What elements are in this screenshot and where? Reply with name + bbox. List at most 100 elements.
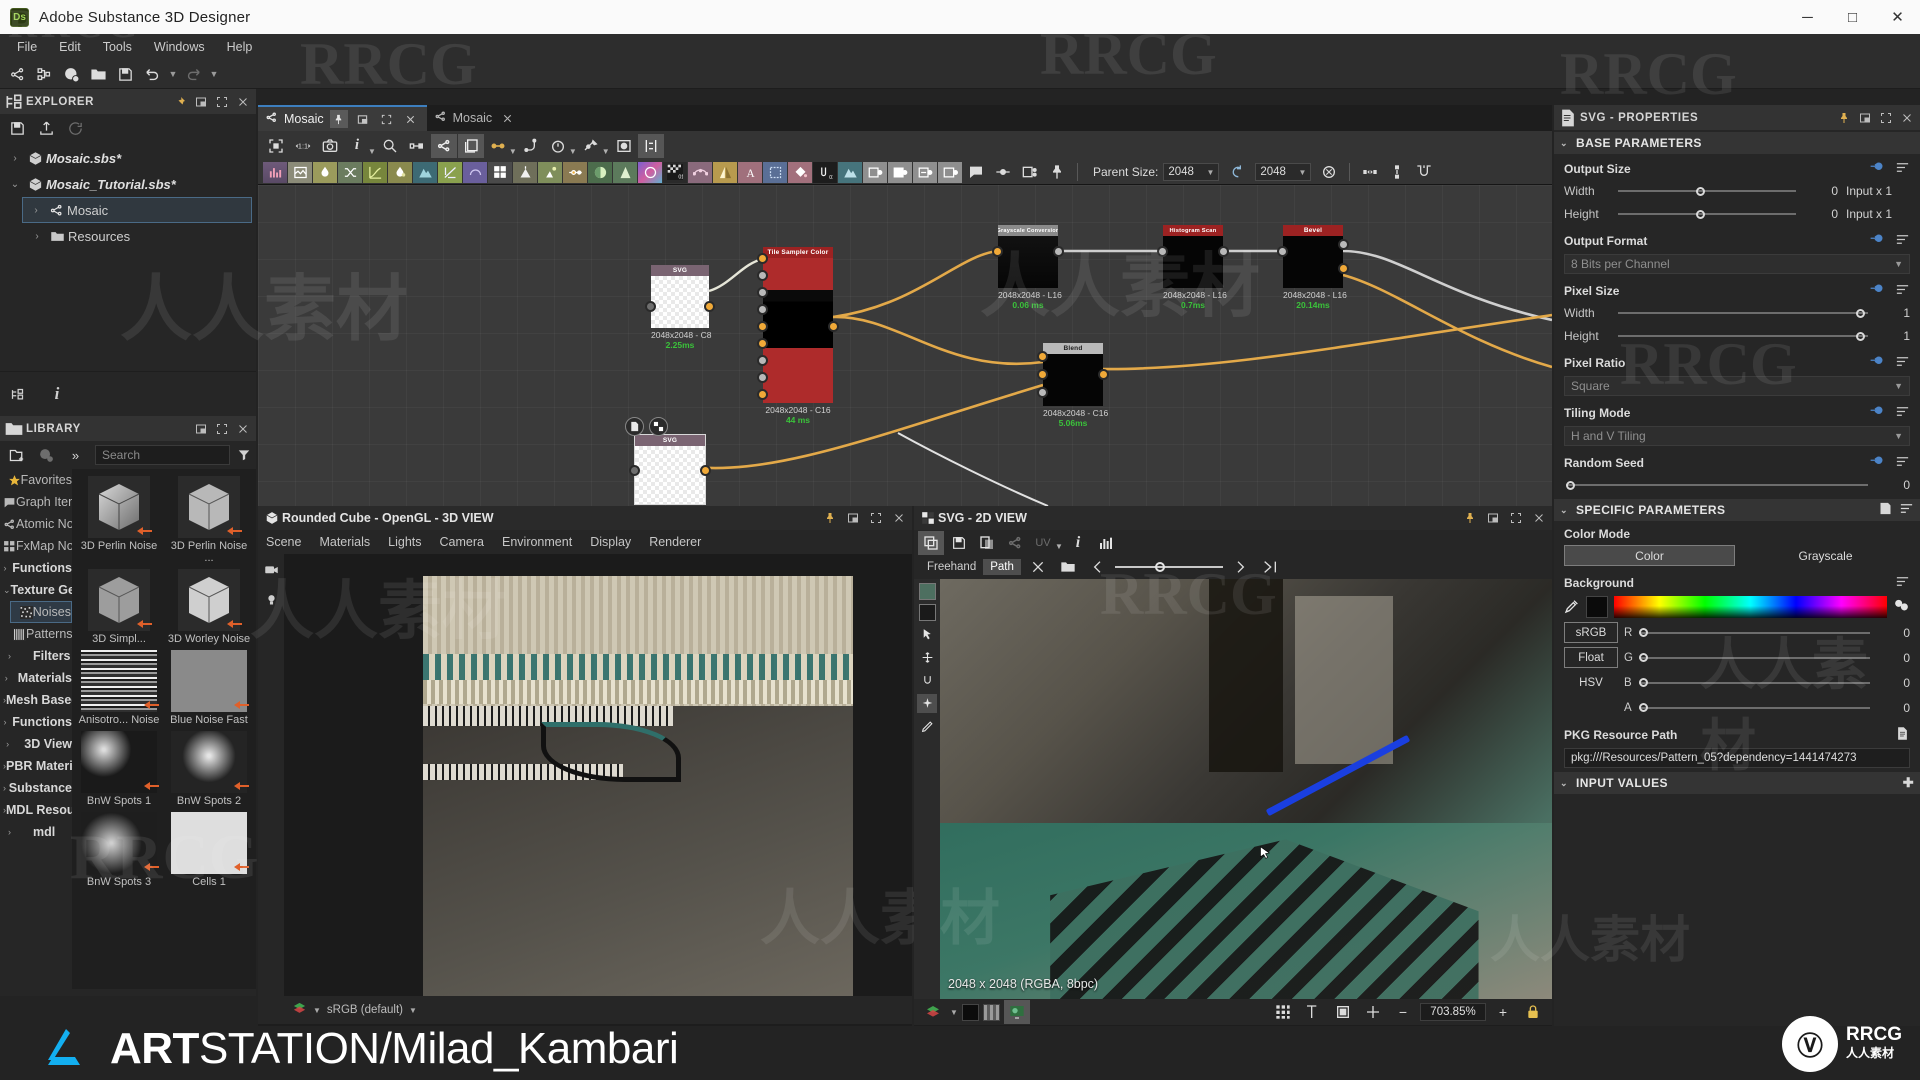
dissolve-node[interactable]: [388, 161, 412, 183]
curve-node[interactable]: [363, 161, 387, 183]
parent-size-width-select[interactable]: 2048 ▼: [1163, 163, 1220, 181]
menu-help[interactable]: Help: [216, 36, 264, 58]
slider-track[interactable]: [1618, 184, 1796, 198]
twisty-icon[interactable]: ›: [3, 673, 9, 683]
library-category-functions[interactable]: › Functions: [0, 557, 73, 579]
node-badge-document-icon[interactable]: [625, 417, 644, 436]
expose-parameter-icon[interactable]: [1870, 454, 1885, 472]
parameter-menu-icon[interactable]: [1899, 501, 1914, 519]
node-input-port[interactable]: [757, 287, 768, 298]
menu-windows[interactable]: Windows: [143, 36, 216, 58]
light-node[interactable]: [538, 161, 562, 183]
align-icon[interactable]: [637, 133, 664, 158]
warp-node[interactable]: [438, 161, 462, 183]
fit-icon[interactable]: [1330, 1000, 1356, 1024]
node-input-port[interactable]: [757, 253, 768, 264]
expose-parameter-icon[interactable]: [1870, 282, 1885, 300]
node-input-port[interactable]: [1277, 246, 1288, 257]
node-input-port[interactable]: [1157, 246, 1168, 257]
new-graph-icon[interactable]: [4, 62, 31, 87]
library-category-mesh-based[interactable]: ›Mesh Based Gen.: [0, 689, 72, 711]
twisty-icon[interactable]: ›: [3, 717, 7, 727]
expose-parameter-icon[interactable]: [1870, 232, 1885, 250]
hue-gradient-band[interactable]: [1614, 596, 1887, 618]
expose-parameter-icon[interactable]: [1870, 404, 1885, 422]
new-package-icon[interactable]: [58, 62, 85, 87]
close-path-icon[interactable]: [1257, 555, 1283, 579]
save-icon[interactable]: [946, 531, 972, 555]
zoom-1-1-icon[interactable]: 1:1: [290, 134, 316, 158]
snapshot-icon[interactable]: [317, 134, 343, 158]
pin-icon[interactable]: [1460, 509, 1479, 528]
list-item[interactable]: Cells 1: [164, 809, 254, 890]
chevron-down-icon[interactable]: ▼: [368, 147, 376, 156]
twisty-icon[interactable]: ›: [3, 739, 12, 749]
info-icon[interactable]: i: [344, 134, 370, 158]
menu-camera[interactable]: Camera: [440, 535, 484, 549]
parameter-menu-icon[interactable]: [1895, 404, 1910, 422]
pen-tool-icon[interactable]: [917, 717, 937, 736]
menu-display[interactable]: Display: [590, 535, 631, 549]
open-icon[interactable]: [1055, 555, 1081, 579]
twisty-icon[interactable]: ⌄: [6, 179, 24, 190]
info-icon[interactable]: i: [1065, 531, 1091, 555]
twisty-icon[interactable]: ›: [3, 563, 7, 573]
path-slider[interactable]: [1114, 559, 1223, 575]
save-icon[interactable]: [4, 116, 30, 141]
node-input-port[interactable]: [757, 372, 768, 383]
zoom-out-button[interactable]: −: [1390, 1000, 1416, 1024]
library-category-noises[interactable]: Noises: [10, 601, 72, 623]
library-category-3d-view[interactable]: › 3D View: [0, 733, 72, 755]
graph-node-histogram-scan[interactable]: Histogram Scan 2048x2048 - L16 0.7ms: [1157, 225, 1229, 310]
transform-node[interactable]: [763, 161, 787, 183]
chevron-down-icon[interactable]: ⌄: [1560, 778, 1576, 789]
library-category-atomic-nodes[interactable]: Atomic Nodes: [0, 513, 72, 535]
list-item[interactable]: 3D Perlin Noise: [74, 473, 164, 566]
layers-icon[interactable]: [457, 133, 484, 158]
tree-item-mosaic-graph[interactable]: › Mosaic: [22, 197, 252, 223]
list-item[interactable]: 3D Simpl...: [74, 566, 164, 647]
expose-parameter-icon[interactable]: [1870, 354, 1885, 372]
search-input[interactable]: Search: [95, 445, 230, 465]
colorspace-icon[interactable]: [292, 1001, 307, 1019]
color-mode-grayscale-button[interactable]: Grayscale: [1741, 545, 1910, 566]
view-3d-viewport[interactable]: ▼ sRGB (default) ▼: [258, 554, 912, 1024]
select-tool-icon[interactable]: [917, 625, 937, 644]
gradient-node[interactable]: [513, 161, 537, 183]
pixel-ratio-select[interactable]: Square ▼: [1564, 376, 1910, 396]
next-icon[interactable]: [1227, 555, 1253, 579]
splatter-node[interactable]: [688, 161, 712, 183]
maximize-icon[interactable]: [1876, 108, 1895, 127]
filter-icon[interactable]: [232, 448, 256, 462]
list-item[interactable]: 3D Worley Noise: [164, 566, 254, 647]
section-base-parameters[interactable]: ⌄ BASE PARAMETERS: [1554, 132, 1920, 154]
parameter-menu-icon[interactable]: [1895, 354, 1910, 372]
black-swatch[interactable]: [961, 1003, 979, 1021]
parent-size-height-select[interactable]: 2048 ▼: [1255, 163, 1312, 181]
channel-r-row[interactable]: R0: [1624, 622, 1910, 643]
chevron-down-icon[interactable]: ⌄: [1560, 138, 1576, 149]
parameter-menu-icon[interactable]: [1895, 232, 1910, 250]
slider-track[interactable]: [1618, 306, 1868, 320]
expose-parameter-icon[interactable]: [1870, 160, 1885, 178]
input-gray-node[interactable]: [888, 161, 912, 183]
close-icon[interactable]: [402, 110, 420, 128]
float-icon[interactable]: [1483, 509, 1502, 528]
list-item[interactable]: Blue Noise Fast: [164, 647, 254, 728]
blur-node[interactable]: [313, 161, 337, 183]
pixel-size-height-row[interactable]: Height 1: [1564, 326, 1910, 346]
pin-icon[interactable]: [329, 110, 348, 128]
float-icon[interactable]: [191, 92, 210, 111]
close-icon[interactable]: [889, 509, 908, 528]
view-2d-viewport[interactable]: 2048 x 2048 (RGBA, 8bpc): [914, 579, 1552, 999]
parameter-menu-icon[interactable]: [1895, 454, 1910, 472]
grayscale-node[interactable]: 01: [813, 161, 837, 183]
chevron-down-icon[interactable]: ⌄: [1560, 505, 1576, 516]
browse-icon[interactable]: [1895, 726, 1910, 744]
node-input-port[interactable]: [1037, 351, 1048, 362]
grid-icon[interactable]: [1270, 1000, 1296, 1024]
pin-node[interactable]: [990, 160, 1016, 184]
color-space-hsv-button[interactable]: HSV: [1564, 672, 1618, 693]
new-substance-icon[interactable]: [31, 62, 58, 87]
library-category-favorites[interactable]: Favorites: [0, 469, 72, 491]
